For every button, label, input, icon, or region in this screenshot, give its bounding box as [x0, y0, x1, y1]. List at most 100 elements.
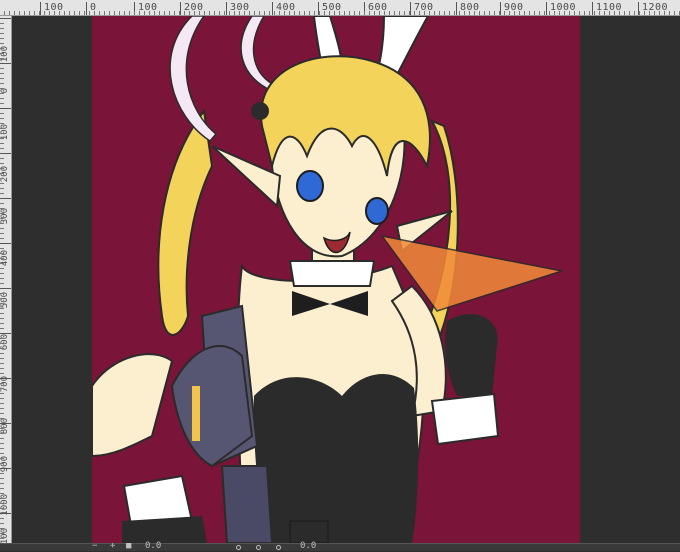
- ruler-minor-tick: [554, 11, 555, 15]
- ruler-minor-tick: [189, 11, 190, 15]
- ruler-minor-tick: [0, 523, 4, 524]
- ruler-minor-tick: [59, 11, 60, 15]
- ruler-minor-tick: [179, 11, 180, 15]
- ruler-minor-tick: [0, 123, 4, 124]
- ruler-minor-tick: [664, 11, 665, 15]
- ruler-minor-tick: [659, 11, 660, 15]
- ruler-minor-tick: [169, 11, 170, 15]
- ruler-minor-tick: [0, 478, 4, 479]
- ruler-minor-tick: [0, 248, 4, 249]
- ruler-minor-tick: [0, 398, 4, 399]
- ruler-minor-tick: [224, 11, 225, 15]
- ruler-minor-tick: [319, 11, 320, 15]
- fit-square-icon[interactable]: ■: [126, 541, 131, 552]
- ruler-minor-tick: [194, 11, 195, 15]
- ruler-minor-tick: [514, 11, 515, 15]
- ruler-minor-tick: [0, 408, 4, 409]
- ruler-minor-tick: [504, 11, 505, 15]
- ruler-minor-tick: [474, 11, 475, 15]
- ruler-minor-tick: [594, 11, 595, 15]
- ruler-minor-tick: [249, 11, 250, 15]
- ruler-minor-tick: [0, 323, 4, 324]
- ruler-minor-tick: [0, 143, 4, 144]
- ruler-minor-tick: [0, 423, 11, 424]
- ruler-minor-tick: [524, 11, 525, 15]
- ruler-minor-tick: [434, 11, 435, 15]
- ruler-minor-tick: [0, 103, 4, 104]
- ruler-minor-tick: [404, 11, 405, 15]
- rotate-right-icon[interactable]: [256, 545, 261, 550]
- ruler-minor-tick: [309, 11, 310, 15]
- gun-detail: [192, 386, 200, 441]
- ruler-minor-tick: [0, 318, 4, 319]
- ruler-minor-tick: [4, 11, 5, 15]
- ruler-minor-tick: [509, 11, 510, 15]
- ruler-label: 1100: [0, 528, 10, 543]
- ruler-minor-tick: [614, 11, 615, 15]
- ruler-minor-tick: [0, 203, 4, 204]
- ruler-minor-tick: [0, 258, 4, 259]
- ruler-minor-tick: [0, 298, 4, 299]
- ruler-minor-tick: [579, 11, 580, 15]
- ruler-minor-tick: [0, 178, 4, 179]
- ruler-minor-tick: [0, 253, 4, 254]
- ruler-minor-tick: [574, 11, 575, 15]
- ruler-minor-tick: [0, 383, 4, 384]
- ruler-minor-tick: [0, 213, 4, 214]
- ruler-minor-tick: [599, 11, 600, 15]
- ruler-minor-tick: [0, 448, 4, 449]
- ruler-minor-tick: [0, 353, 4, 354]
- ruler-minor-tick: [0, 188, 4, 189]
- ruler-minor-tick: [0, 78, 4, 79]
- horizontal-ruler[interactable]: 100 0 100 200 300 400 500 600 700 800 90…: [0, 0, 680, 16]
- ruler-minor-tick: [564, 11, 565, 15]
- rotate-left-icon[interactable]: [236, 545, 241, 550]
- ruler-minor-tick: [529, 11, 530, 15]
- ruler-major-tick: [180, 2, 181, 15]
- ruler-major-tick: [456, 2, 457, 15]
- zoom-out-button[interactable]: −: [92, 541, 97, 552]
- left-twintail: [157, 108, 214, 336]
- rotation-value[interactable]: 0.0: [300, 541, 316, 552]
- ruler-minor-tick: [29, 11, 30, 15]
- ruler-minor-tick: [0, 458, 4, 459]
- ruler-minor-tick: [589, 11, 590, 15]
- ruler-minor-tick: [0, 218, 4, 219]
- ruler-minor-tick: [14, 11, 15, 15]
- ruler-minor-tick: [209, 11, 210, 15]
- ruler-minor-tick: [0, 433, 4, 434]
- ruler-label: 800: [0, 418, 10, 435]
- ruler-minor-tick: [0, 538, 4, 539]
- ruler-minor-tick: [0, 328, 4, 329]
- reset-icon[interactable]: [276, 545, 281, 550]
- ruler-major-tick: [272, 2, 273, 15]
- ruler-minor-tick: [424, 11, 425, 15]
- ruler-minor-tick: [449, 11, 450, 15]
- ruler-minor-tick: [0, 153, 11, 154]
- ruler-minor-tick: [339, 11, 340, 15]
- ruler-minor-tick: [0, 278, 4, 279]
- ruler-minor-tick: [0, 163, 4, 164]
- ruler-minor-tick: [0, 503, 4, 504]
- ruler-minor-tick: [0, 268, 4, 269]
- ruler-minor-tick: [344, 11, 345, 15]
- ruler-minor-tick: [99, 11, 100, 15]
- ruler-minor-tick: [0, 48, 4, 49]
- ruler-minor-tick: [24, 11, 25, 15]
- ruler-minor-tick: [0, 53, 4, 54]
- ruler-minor-tick: [0, 373, 4, 374]
- drawing-canvas[interactable]: [92, 16, 580, 543]
- zoom-value[interactable]: 0.0: [145, 541, 161, 552]
- ruler-minor-tick: [0, 463, 4, 464]
- ruler-minor-tick: [649, 11, 650, 15]
- ruler-minor-tick: [334, 11, 335, 15]
- zoom-in-button[interactable]: +: [110, 541, 115, 552]
- ruler-minor-tick: [494, 11, 495, 15]
- ruler-minor-tick: [0, 483, 4, 484]
- ruler-minor-tick: [0, 533, 4, 534]
- collar: [288, 260, 376, 287]
- ruler-minor-tick: [584, 11, 585, 15]
- ruler-minor-tick: [0, 28, 4, 29]
- ruler-minor-tick: [0, 528, 4, 529]
- vertical-ruler[interactable]: 100 0 100 200 300 400 500 600 700 800 90…: [0, 16, 12, 543]
